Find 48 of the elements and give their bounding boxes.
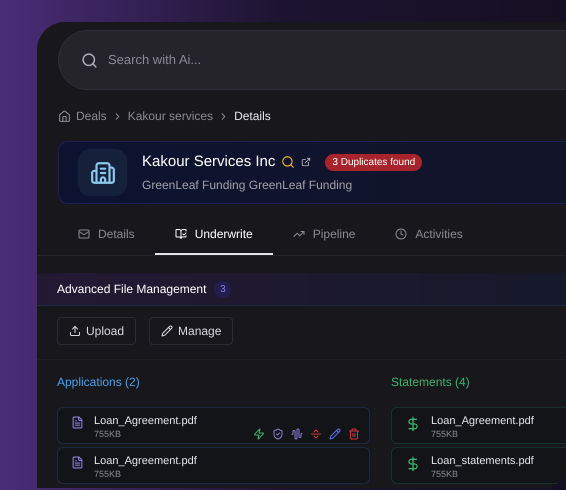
lightning-icon[interactable] xyxy=(253,428,265,440)
tab[interactable]: Pipeline xyxy=(272,215,376,255)
edit-icon[interactable] xyxy=(329,428,341,440)
file-name: Loan_Agreement.pdf xyxy=(94,454,197,468)
file-card[interactable]: Loan_statements.pdf 755KB xyxy=(391,447,566,484)
file-name: Loan_Agreement.pdf xyxy=(94,414,197,428)
shield-icon[interactable] xyxy=(272,428,284,440)
clock-icon xyxy=(395,228,408,240)
tab[interactable]: Underwrite xyxy=(154,215,273,255)
waveform-icon[interactable] xyxy=(291,428,303,440)
file-name: Loan_statements.pdf xyxy=(431,454,534,468)
file-name: Loan_Agreement.pdf xyxy=(431,414,534,428)
file-size: 755KB xyxy=(431,428,460,440)
duplicates-badge: 3 Duplicates found xyxy=(325,154,422,170)
trend-icon xyxy=(292,228,305,240)
file-size: 755KB xyxy=(94,428,122,440)
breadcrumb-link[interactable]: Details xyxy=(234,107,271,125)
search-icon xyxy=(81,52,98,68)
home-icon[interactable] xyxy=(58,110,71,122)
file-card[interactable]: Loan_Agreement.pdf 755KB xyxy=(57,407,370,444)
search-field[interactable]: Search with Ai... xyxy=(108,50,408,70)
book-icon xyxy=(174,228,187,240)
document-icon xyxy=(71,456,84,469)
delete-icon[interactable] xyxy=(348,428,360,440)
document-icon xyxy=(71,416,84,429)
column-title: Statements (4) xyxy=(391,374,471,391)
column-title: Applications (2) xyxy=(57,374,141,391)
section-title: Advanced File Management xyxy=(57,281,206,298)
company-subtitle: GreenLeaf Funding GreenLeaf Funding xyxy=(142,177,354,194)
tab[interactable]: Activities xyxy=(375,215,483,255)
upload-icon xyxy=(69,325,81,337)
file-card[interactable]: Loan_Agreement.pdf 755KB xyxy=(57,447,370,484)
tab[interactable]: Details xyxy=(58,215,155,255)
toolbar-button[interactable]: Manage xyxy=(149,317,234,345)
external-link-icon[interactable] xyxy=(301,157,312,167)
file-size: 755KB xyxy=(431,468,460,480)
count-badge: 3 xyxy=(214,280,232,298)
separator-icon[interactable] xyxy=(310,428,322,440)
mail-icon xyxy=(78,228,90,240)
breadcrumb-link[interactable]: Kakour services xyxy=(128,107,214,125)
toolbar-button[interactable]: Upload xyxy=(57,317,136,345)
google-search-icon[interactable] xyxy=(281,155,296,169)
pencil-icon xyxy=(161,325,174,337)
file-card[interactable]: Loan_Agreement.pdf 755KB xyxy=(391,407,566,444)
file-size: 755KB xyxy=(94,468,122,480)
company-name: Kakour Services Inc xyxy=(142,152,276,172)
building-icon xyxy=(78,149,127,196)
breadcrumb-link[interactable]: Deals xyxy=(76,107,107,125)
